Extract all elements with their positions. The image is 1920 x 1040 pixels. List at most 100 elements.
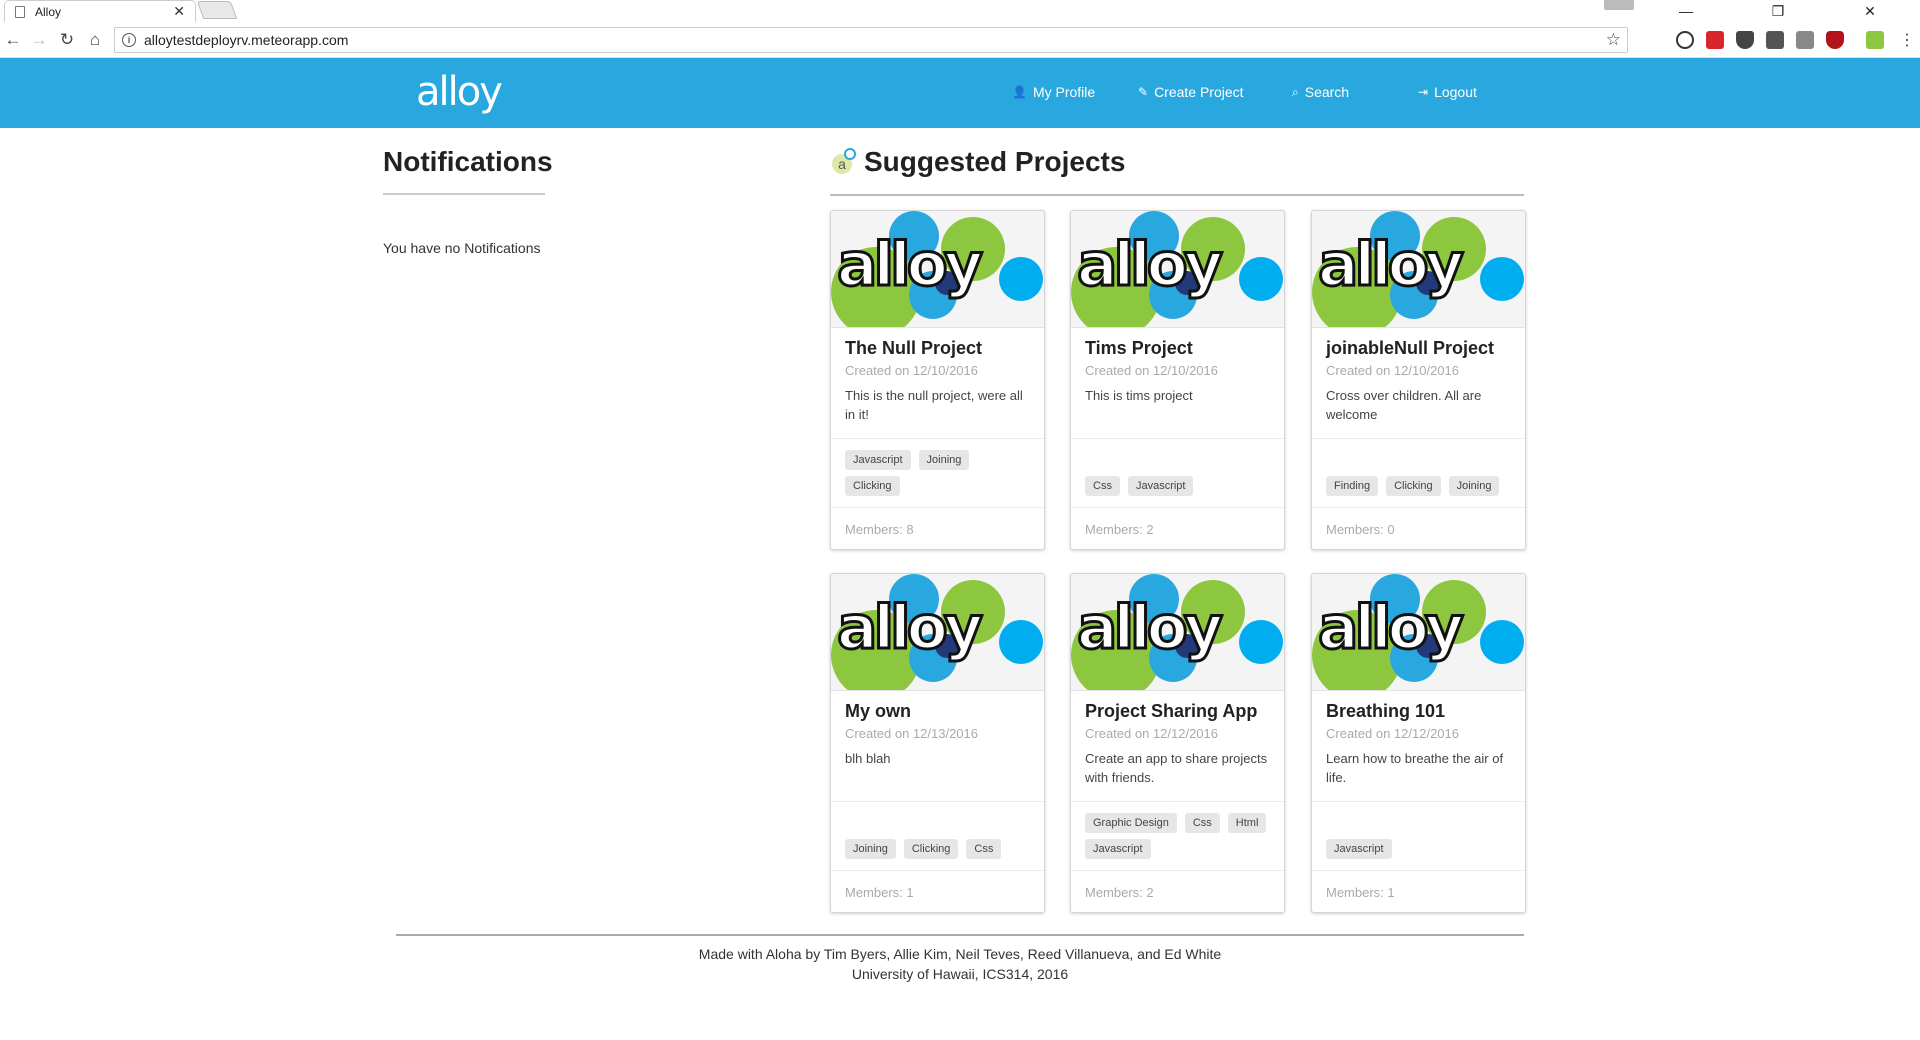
project-tag[interactable]: Finding bbox=[1326, 476, 1379, 496]
alloy-small-icon: a bbox=[830, 148, 858, 176]
project-tag[interactable]: Clicking bbox=[845, 476, 900, 496]
project-title[interactable]: joinableNull Project bbox=[1326, 338, 1511, 359]
project-title[interactable]: Breathing 101 bbox=[1326, 701, 1511, 722]
project-tag[interactable]: Html bbox=[1227, 813, 1267, 833]
url-text[interactable]: alloytestdeployrv.meteorapp.com bbox=[144, 32, 1606, 48]
project-description: This is the null project, were all in it… bbox=[845, 388, 1023, 422]
info-icon[interactable]: i bbox=[122, 33, 136, 47]
project-title[interactable]: My own bbox=[845, 701, 1030, 722]
extension-lastpass-icon[interactable] bbox=[1706, 31, 1724, 49]
logout-icon: ⇥ bbox=[1418, 85, 1429, 99]
extension-buffer-icon[interactable] bbox=[1766, 31, 1784, 49]
extension-eyedropper-icon[interactable] bbox=[1866, 31, 1884, 49]
minimize-button[interactable]: — bbox=[1656, 0, 1716, 22]
tab-close-icon[interactable]: ✕ bbox=[173, 3, 185, 20]
project-date: Created on 12/13/2016 bbox=[845, 726, 978, 741]
window-close-button[interactable]: ✕ bbox=[1840, 0, 1900, 22]
edit-icon: ✎ bbox=[1138, 85, 1149, 99]
notifications-divider bbox=[383, 193, 545, 195]
restore-button[interactable]: ❐ bbox=[1748, 0, 1808, 22]
nav-create-project[interactable]: ✎ Create Project bbox=[1138, 84, 1244, 100]
project-date: Created on 12/12/2016 bbox=[1085, 726, 1218, 741]
address-bar[interactable]: i alloytestdeployrv.meteorapp.com ☆ bbox=[114, 27, 1628, 53]
home-icon[interactable]: ⌂ bbox=[84, 29, 106, 51]
project-image[interactable]: alloy bbox=[831, 211, 1044, 328]
nav-my-profile-label: My Profile bbox=[1032, 84, 1096, 100]
suggested-projects-divider bbox=[830, 194, 1524, 196]
new-tab-button[interactable] bbox=[196, 1, 238, 19]
back-icon[interactable]: ← bbox=[2, 29, 24, 51]
tab-title: Alloy bbox=[35, 4, 62, 19]
extension-pocket-icon[interactable] bbox=[1736, 31, 1754, 49]
project-tag[interactable]: Css bbox=[1085, 476, 1120, 496]
extension-ublock-icon[interactable] bbox=[1826, 31, 1844, 49]
project-tag[interactable]: Css bbox=[966, 839, 1002, 859]
project-image[interactable]: alloy bbox=[1312, 211, 1525, 328]
notifications-empty-text: You have no Notifications bbox=[383, 240, 541, 256]
search-icon: ⌕ bbox=[1292, 84, 1299, 99]
project-title[interactable]: Project Sharing App bbox=[1085, 701, 1270, 722]
project-title[interactable]: The Null Project bbox=[845, 338, 1030, 359]
footer: Made with Aloha by Tim Byers, Allie Kim,… bbox=[396, 944, 1524, 984]
forward-icon[interactable]: → bbox=[28, 29, 50, 51]
bookmark-star-icon[interactable]: ☆ bbox=[1606, 30, 1621, 50]
browser-menu-icon[interactable]: ⋮ bbox=[1896, 29, 1918, 51]
reload-icon[interactable]: ↻ bbox=[56, 29, 78, 51]
notifications-heading: Notifications bbox=[383, 146, 553, 177]
project-tag[interactable]: Clicking bbox=[1386, 476, 1441, 496]
project-tags: Graphic Design Css Html Javascript bbox=[1071, 801, 1284, 871]
project-tag[interactable]: Css bbox=[1184, 813, 1220, 833]
project-tag[interactable]: Joining bbox=[918, 450, 970, 470]
project-card[interactable]: alloy The Null Project Created on 12/10/… bbox=[830, 210, 1045, 550]
nav-create-project-label: Create Project bbox=[1154, 84, 1244, 100]
project-members: Members: 8 bbox=[831, 507, 1044, 549]
project-tags: Javascript Joining Clicking bbox=[831, 438, 1044, 508]
suggested-projects-header: a Suggested Projects bbox=[830, 146, 1125, 178]
project-date: Created on 12/10/2016 bbox=[1085, 363, 1218, 378]
nav-search-label: Search bbox=[1304, 84, 1350, 100]
project-logo-text: alloy bbox=[1317, 593, 1466, 663]
project-description: Cross over children. All are welcome bbox=[1326, 388, 1482, 422]
project-members: Members: 0 bbox=[1312, 507, 1525, 549]
project-tag[interactable]: Joining bbox=[845, 839, 896, 859]
footer-university: University of Hawaii, ICS314, 2016 bbox=[851, 966, 1069, 982]
project-tag[interactable]: Graphic Design bbox=[1085, 813, 1177, 833]
project-logo-text: alloy bbox=[1076, 230, 1225, 300]
project-logo-text: alloy bbox=[836, 230, 985, 300]
nav-logout[interactable]: ⇥ Logout bbox=[1418, 84, 1477, 100]
project-card[interactable]: alloy Project Sharing App Created on 12/… bbox=[1070, 573, 1285, 913]
project-tag[interactable]: Javascript bbox=[1326, 839, 1392, 859]
extension-1password-icon[interactable] bbox=[1676, 31, 1694, 49]
project-image[interactable]: alloy bbox=[1071, 574, 1284, 691]
project-tag[interactable]: Joining bbox=[1448, 476, 1500, 496]
alloy-logo[interactable]: alloy bbox=[416, 70, 503, 114]
project-image[interactable]: alloy bbox=[1071, 211, 1284, 328]
extension-reader-icon[interactable] bbox=[1796, 31, 1814, 49]
project-tags: Javascript bbox=[1312, 801, 1525, 871]
project-description: Learn how to breathe the air of life. bbox=[1326, 751, 1504, 785]
project-tags: Css Javascript bbox=[1071, 438, 1284, 508]
nav-my-profile[interactable]: 👤 My Profile bbox=[1012, 84, 1095, 100]
project-tag[interactable]: Javascript bbox=[1127, 476, 1194, 496]
project-card[interactable]: alloy Breathing 101 Created on 12/12/201… bbox=[1311, 573, 1526, 913]
project-tag[interactable]: Clicking bbox=[903, 839, 959, 859]
project-title[interactable]: Tims Project bbox=[1085, 338, 1270, 359]
project-tag[interactable]: Javascript bbox=[1085, 839, 1151, 859]
project-logo-text: alloy bbox=[1076, 593, 1225, 663]
nav-search[interactable]: ⌕ Search bbox=[1292, 84, 1349, 100]
browser-tabstrip: Alloy ✕ — ❐ ✕ bbox=[0, 0, 1920, 22]
project-card[interactable]: alloy My own Created on 12/13/2016 blh b… bbox=[830, 573, 1045, 913]
project-members: Members: 1 bbox=[831, 870, 1044, 912]
project-card[interactable]: alloy Tims Project Created on 12/10/2016… bbox=[1070, 210, 1285, 550]
browser-tab[interactable]: Alloy ✕ bbox=[4, 0, 196, 22]
project-logo-text: alloy bbox=[1317, 230, 1466, 300]
project-image[interactable]: alloy bbox=[831, 574, 1044, 691]
project-logo-text: alloy bbox=[836, 593, 985, 663]
app-navbar: alloy 👤 My Profile ✎ Create Project ⌕ Se… bbox=[0, 58, 1920, 128]
project-image[interactable]: alloy bbox=[1312, 574, 1525, 691]
profile-badge[interactable] bbox=[1604, 0, 1634, 10]
project-tag[interactable]: Javascript bbox=[845, 450, 911, 470]
project-members: Members: 1 bbox=[1312, 870, 1525, 912]
project-card[interactable]: alloy joinableNull Project Created on 12… bbox=[1311, 210, 1526, 550]
user-icon: 👤 bbox=[1012, 85, 1027, 99]
